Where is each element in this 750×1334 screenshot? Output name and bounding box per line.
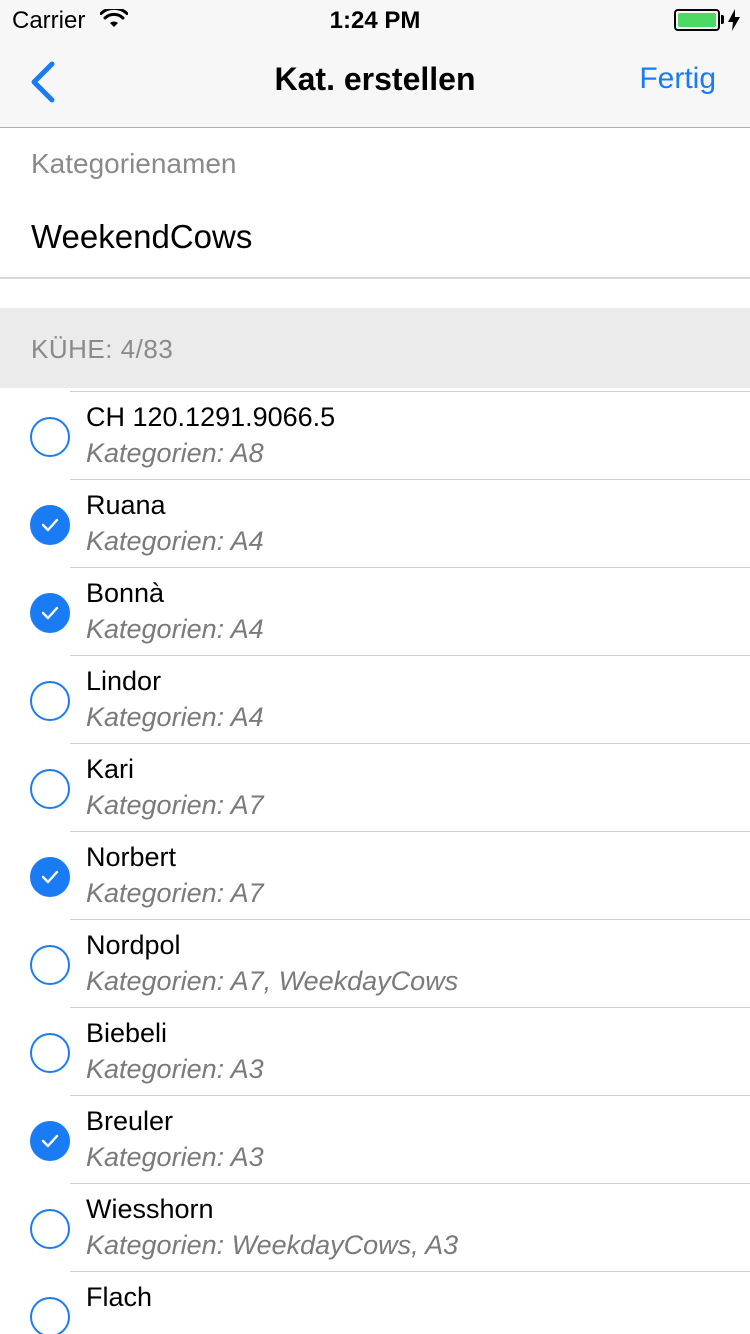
list-item[interactable]: Bonnà Kategorien: A4: [0, 568, 750, 656]
charging-bolt-icon: [728, 9, 740, 31]
list-item[interactable]: Kari Kategorien: A7: [0, 744, 750, 832]
checkmark-icon: [41, 870, 59, 884]
cows-count-label: KÜHE: 4/83: [31, 334, 174, 364]
cow-categories: Kategorien: A8: [86, 438, 264, 468]
cow-name: Nordpol: [86, 930, 181, 960]
status-time: 1:24 PM: [329, 7, 421, 34]
done-button[interactable]: Fertig: [639, 62, 716, 96]
cow-rows: Kategorien: A4 CH 120.1291.9066.5 Kategori…: [0, 308, 750, 1334]
checked-circle-icon[interactable]: [30, 505, 70, 545]
list-item[interactable]: Norbert Kategorien: A7: [0, 832, 750, 920]
checked-circle-icon[interactable]: [30, 593, 70, 633]
category-name-section: Kategorienamen WeekendCows: [0, 128, 750, 279]
cow-name: CH 120.1291.9066.5: [86, 402, 336, 432]
screen: Carrier 1:24 PM Kat. erstellen Fertig Ka…: [0, 0, 750, 1334]
unchecked-circle-icon[interactable]: [30, 681, 70, 721]
navigation-bar: Kat. erstellen Fertig: [0, 40, 750, 128]
list-item[interactable]: Flach: [0, 1272, 750, 1334]
cow-name: Bonnà: [86, 578, 165, 608]
list-item[interactable]: CH 120.1291.9066.5 Kategorien: A8: [0, 392, 750, 480]
list-item[interactable]: Lindor Kategorien: A4: [0, 656, 750, 744]
section-spacer: [0, 279, 750, 308]
battery-icon: [674, 9, 720, 31]
cow-categories: Kategorien: A7: [86, 878, 264, 908]
checkmark-icon: [41, 1134, 59, 1148]
cow-categories: Kategorien: A4: [86, 526, 264, 556]
checked-circle-icon[interactable]: [30, 1121, 70, 1161]
cow-categories: Kategorien: A3: [86, 1142, 264, 1172]
list-item[interactable]: Breuler Kategorien: A3: [0, 1096, 750, 1184]
unchecked-circle-icon[interactable]: [30, 1297, 70, 1334]
cow-name: Breuler: [86, 1106, 174, 1136]
category-name-input[interactable]: WeekendCows: [31, 218, 252, 256]
cow-name: Lindor: [86, 666, 162, 696]
list-item[interactable]: Nordpol Kategorien: A7, WeekdayCows: [0, 920, 750, 1008]
cow-categories: Kategorien: A4: [86, 702, 264, 732]
cow-categories: Kategorien: WeekdayCows, A3: [86, 1230, 459, 1260]
cow-categories: Kategorien: A3: [86, 1054, 264, 1084]
checked-circle-icon[interactable]: [30, 857, 70, 897]
cow-list[interactable]: KÜHE: 4/83 Kategorien: A4 CH 120.1291.906…: [0, 308, 750, 1334]
cow-name: Norbert: [86, 842, 177, 872]
battery-tip: [721, 15, 724, 24]
category-name-label: Kategorienamen: [31, 148, 237, 179]
list-item[interactable]: Biebeli Kategorien: A3: [0, 1008, 750, 1096]
cow-categories: Kategorien: A7: [86, 790, 264, 820]
cow-name: Flach: [86, 1282, 153, 1312]
unchecked-circle-icon[interactable]: [30, 1033, 70, 1073]
unchecked-circle-icon[interactable]: [30, 945, 70, 985]
status-bar: Carrier 1:24 PM: [0, 0, 750, 40]
page-title: Kat. erstellen: [274, 61, 476, 97]
cow-categories: Kategorien: A7, WeekdayCows: [86, 966, 459, 996]
unchecked-circle-icon[interactable]: [30, 1209, 70, 1249]
unchecked-circle-icon[interactable]: [30, 417, 70, 457]
cow-name: Wiesshorn: [86, 1194, 214, 1224]
cows-section-header: KÜHE: 4/83: [0, 308, 750, 388]
list-item[interactable]: Wiesshorn Kategorien: WeekdayCows, A3: [0, 1184, 750, 1272]
checkmark-icon: [41, 518, 59, 532]
list-item[interactable]: Ruana Kategorien: A4: [0, 480, 750, 568]
unchecked-circle-icon[interactable]: [30, 769, 70, 809]
cow-name: Ruana: [86, 490, 166, 520]
cow-name: Kari: [86, 754, 135, 784]
checkmark-icon: [41, 606, 59, 620]
cow-categories: Kategorien: A4: [86, 614, 264, 644]
cow-name: Biebeli: [86, 1018, 168, 1048]
